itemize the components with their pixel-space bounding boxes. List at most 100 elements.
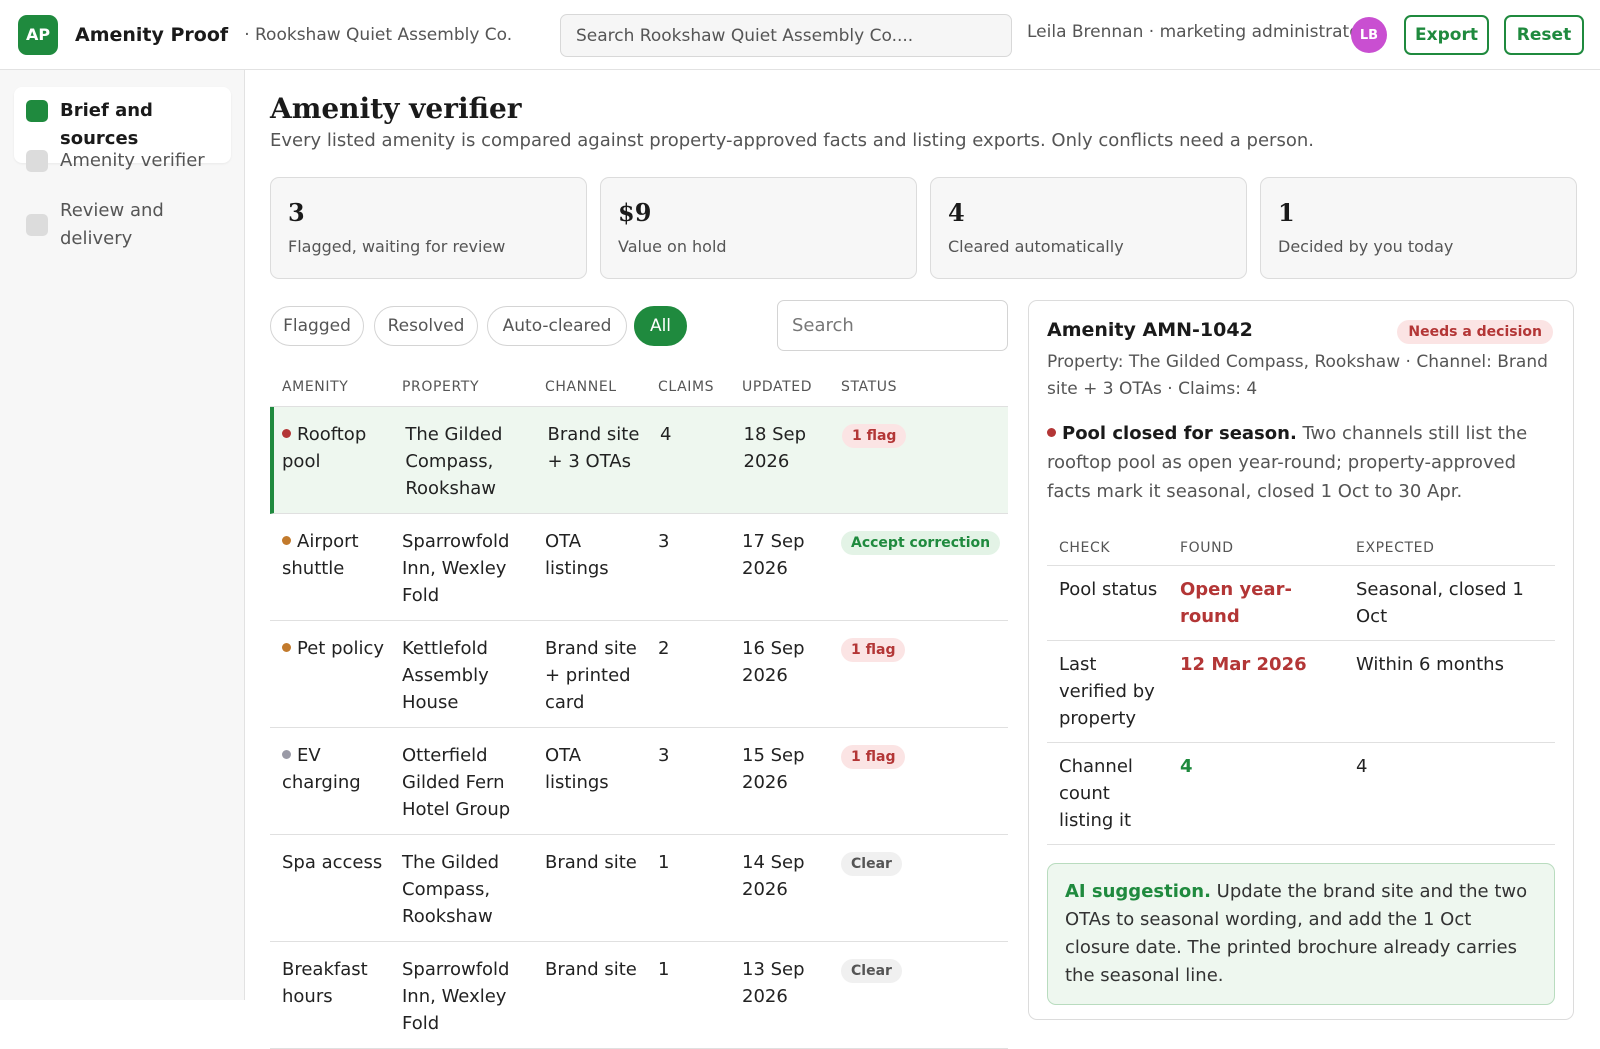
status-badge: Clear — [841, 852, 902, 876]
check-row: Channel count listing it 4 4 — [1047, 743, 1555, 845]
table-header: AMENITY PROPERTY CHANNEL CLAIMS UPDATED … — [270, 367, 1008, 407]
amenity-cell: Breakfast hours — [270, 942, 390, 1048]
app-logo: AP — [18, 14, 58, 55]
table-row[interactable]: Pet policy Kettlefold Assembly House Brand… — [270, 621, 1008, 728]
updated-cell: 17 Sep 2026 — [742, 531, 805, 579]
org-name: · Rookshaw Quiet Assembly Co. — [244, 24, 513, 45]
check-name: Last verified by property — [1059, 654, 1155, 729]
avatar[interactable]: LB — [1351, 17, 1387, 53]
filter-chip-flagged[interactable]: Flagged — [270, 306, 364, 346]
column-header[interactable]: PROPERTY — [390, 379, 533, 395]
filter-chip-auto-cleared[interactable]: Auto-cleared — [487, 306, 627, 346]
status-badge: 1 flag — [841, 745, 906, 769]
property-cell: Otterfield Gilded Fern Hotel Group — [402, 745, 511, 820]
app-name: Amenity Proof — [75, 23, 229, 46]
export-button[interactable]: Export — [1404, 15, 1489, 55]
stat-value: 3 — [288, 198, 305, 227]
amenity-cell: Spa access — [270, 835, 390, 941]
table-row[interactable]: EV charging Otterfield Gilded Fern Hotel … — [270, 728, 1008, 835]
stat-label: Decided by you today — [1278, 237, 1454, 256]
sidebar-item-review[interactable]: Review and delivery — [14, 187, 231, 263]
severity-dot-icon — [282, 643, 291, 652]
status-badge: 1 flag — [841, 638, 906, 662]
page-title: Amenity verifier — [270, 92, 522, 125]
amenity-table: AMENITY PROPERTY CHANNEL CLAIMS UPDATED … — [270, 367, 1008, 1049]
channel-cell: Brand site + 3 OTAs — [547, 424, 640, 472]
status-badge[interactable]: Accept correction — [841, 531, 1001, 555]
stat-label: Cleared automatically — [948, 237, 1124, 256]
check-table: CHECK FOUND EXPECTED Pool status Open ye… — [1047, 530, 1555, 845]
updated-cell: 18 Sep 2026 — [743, 424, 807, 472]
status-cell: 1 flag — [829, 621, 1008, 727]
status-badge: 1 flag — [841, 424, 907, 448]
filter-chip-resolved[interactable]: Resolved — [374, 306, 478, 346]
status-cell: 1 flag — [830, 407, 1008, 513]
global-search-input[interactable]: Search Rookshaw Quiet Assembly Co.... — [560, 14, 1012, 57]
user-name: Leila Brennan · marketing administrator — [1027, 22, 1367, 42]
status-badge: Needs a decision — [1397, 320, 1553, 344]
claims-cell: 4 — [659, 424, 672, 445]
claims-cell: 2 — [658, 638, 670, 659]
detail-meta: Property: The Gilded Compass, Rookshaw ·… — [1047, 352, 1548, 399]
property-cell: The Gilded Compass, Rookshaw — [405, 424, 503, 499]
step-indicator-icon — [26, 214, 48, 236]
detail-panel: Amenity AMN-1042 Needs a decision Proper… — [1028, 300, 1574, 1020]
severity-dot-icon — [282, 536, 291, 545]
column-header[interactable]: UPDATED — [730, 379, 829, 395]
status-cell: Clear — [829, 942, 1008, 1048]
property-cell: Kettlefold Assembly House — [402, 638, 489, 713]
channel-cell: Brand site + printed card — [545, 638, 637, 713]
stat-value: 4 — [948, 198, 965, 227]
column-header[interactable]: CLAIMS — [646, 379, 730, 395]
severity-dot-icon — [282, 429, 291, 438]
amenity-name: Airport shuttle — [282, 531, 359, 579]
sidebar-item-amenity-verifier[interactable]: Amenity verifier — [14, 137, 231, 185]
check-table-header: CHECK FOUND EXPECTED — [1047, 530, 1555, 566]
table-search-input[interactable]: Search — [777, 300, 1008, 351]
amenity-name: Pet policy — [297, 638, 385, 659]
claims-cell: 3 — [658, 531, 670, 552]
status-cell: Clear — [829, 835, 1008, 941]
column-header[interactable]: CHANNEL — [533, 379, 646, 395]
channel-cell: OTA listings — [545, 531, 609, 579]
check-found: 4 — [1180, 756, 1193, 777]
updated-cell: 14 Sep 2026 — [742, 852, 805, 900]
sidebar-item-label: Amenity verifier — [60, 150, 205, 171]
ai-suggestion: AI suggestion. Update the brand site and… — [1047, 863, 1555, 1005]
column-header: EXPECTED — [1356, 539, 1435, 556]
amenity-name: Rooftop pool — [282, 424, 367, 472]
severity-dot-icon — [282, 750, 291, 759]
table-row[interactable]: Spa access The Gilded Compass, Rookshaw Br… — [270, 835, 1008, 942]
claims-cell: 1 — [658, 852, 670, 873]
column-header[interactable]: AMENITY — [270, 379, 390, 395]
amenity-cell: Airport shuttle — [270, 514, 390, 620]
step-indicator-icon — [26, 150, 48, 172]
amenity-name: Spa access — [282, 852, 383, 873]
table-row[interactable]: Breakfast hours Sparrowfold Inn, Wexley F… — [270, 942, 1008, 1049]
stat-label: Value on hold — [618, 237, 727, 256]
page-subtitle: Every listed amenity is compared against… — [270, 130, 1314, 151]
filter-chip-all[interactable]: All — [634, 306, 687, 346]
channel-cell: Brand site — [545, 959, 637, 980]
reset-button[interactable]: Reset — [1504, 15, 1584, 55]
check-found: Open year-round — [1180, 579, 1292, 627]
stat-value: 1 — [1278, 198, 1295, 227]
table-row[interactable]: Rooftop pool The Gilded Compass, Rookshaw… — [270, 407, 1008, 514]
check-name: Pool status — [1059, 579, 1158, 600]
stat-card-decided: 1 Decided by you today — [1260, 177, 1577, 279]
detail-finding: Pool closed for season. Two channels sti… — [1047, 419, 1555, 506]
property-cell: Sparrowfold Inn, Wexley Fold — [402, 531, 510, 606]
stat-label: Flagged, waiting for review — [288, 237, 506, 256]
status-cell: 1 flag — [829, 728, 1008, 834]
check-found: 12 Mar 2026 — [1180, 654, 1307, 675]
column-header: FOUND — [1180, 539, 1234, 556]
property-cell: Sparrowfold Inn, Wexley Fold — [402, 959, 510, 1034]
table-row[interactable]: Airport shuttle Sparrowfold Inn, Wexley F… — [270, 514, 1008, 621]
finding-title: Pool closed for season. — [1062, 423, 1297, 444]
check-expected: Seasonal, closed 1 Oct — [1356, 579, 1524, 627]
column-header[interactable]: STATUS — [829, 379, 1008, 395]
check-expected: Within 6 months — [1356, 654, 1504, 675]
updated-cell: 16 Sep 2026 — [742, 638, 805, 686]
claims-cell: 1 — [658, 959, 670, 980]
amenity-cell: Pet policy — [270, 621, 390, 727]
